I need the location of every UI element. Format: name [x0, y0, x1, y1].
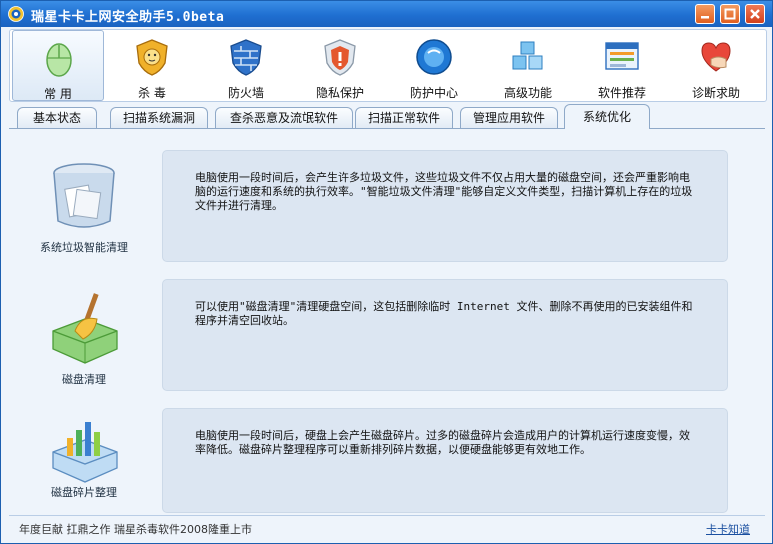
toolbar-item-firewall[interactable]: 防火墙 [200, 30, 292, 101]
privacy-shield-icon [324, 39, 356, 76]
tab-system-optimize[interactable]: 系统优化 [564, 104, 650, 129]
toolbar-item-diagnosis-help[interactable]: 诊断求助 [670, 30, 762, 101]
feature-label[interactable]: 磁盘碎片整理 [9, 484, 159, 500]
feature-defragment: 磁盘碎片整理 电脑使用一段时间后，硬盘上会产生磁盘碎片。过多的磁盘碎片会造成用户… [9, 408, 765, 513]
cubes-icon [512, 41, 543, 70]
system-optimize-panel: 系统垃圾智能清理 电脑使用一段时间后，会产生许多垃圾文件，这些垃圾文件不仅占用大… [9, 129, 765, 513]
status-bar: 年度巨献 扛鼎之作 瑞星杀毒软件2008隆重上市 卡卡知道 [9, 515, 765, 540]
feature-description: 可以使用"磁盘清理"清理硬盘空间，这包括删除临时 Internet 文件、删除不… [162, 279, 728, 391]
feature-label[interactable]: 系统垃圾智能清理 [9, 239, 159, 255]
tab-scan-normal-software[interactable]: 扫描正常软件 [355, 107, 453, 128]
minimize-icon [701, 16, 709, 19]
toolbar-item-software-recommend[interactable]: 软件推荐 [576, 30, 668, 101]
toolbar-item-advanced[interactable]: 高级功能 [482, 30, 574, 101]
heart-hand-icon [701, 42, 731, 72]
trash-bin-icon[interactable] [49, 161, 119, 233]
tab-scan-vulnerabilities[interactable]: 扫描系统漏洞 [110, 107, 208, 128]
tab-strip: 基本状态 扫描系统漏洞 查杀恶意及流氓软件 扫描正常软件 管理应用软件 系统优化 [9, 104, 765, 129]
app-logo-icon [8, 6, 24, 22]
window-icon [605, 42, 639, 70]
toolbar-item-antivirus[interactable]: 杀 毒 [106, 30, 198, 101]
maximize-icon [724, 8, 736, 20]
feature-description: 电脑使用一段时间后，会产生许多垃圾文件，这些垃圾文件不仅占用大量的磁盘空间，还会… [162, 150, 728, 262]
globe-icon [416, 39, 452, 75]
toolbar-item-common[interactable]: 常 用 [12, 30, 104, 101]
window-title: 瑞星卡卡上网安全助手5.0beta [31, 10, 225, 25]
toolbar-item-privacy[interactable]: 隐私保护 [294, 30, 386, 101]
tab-manage-apps[interactable]: 管理应用软件 [460, 107, 558, 128]
toolbar-item-protection-center[interactable]: 防护中心 [388, 30, 480, 101]
feature-disk-cleanup: 磁盘清理 可以使用"磁盘清理"清理硬盘空间，这包括删除临时 Internet 文… [9, 279, 765, 394]
promo-text: 年度巨献 扛鼎之作 瑞星杀毒软件2008隆重上市 [19, 523, 252, 536]
main-toolbar: 常 用 杀 毒 防火墙 隐私保护 防护中心 高级功能 软件推荐 诊断求助 [9, 29, 767, 102]
mouse-icon [46, 43, 72, 77]
disk-broom-icon[interactable] [49, 291, 121, 367]
kaka-know-link[interactable]: 卡卡知道 [706, 521, 750, 537]
disk-chart-icon[interactable] [49, 416, 121, 486]
lion-shield-icon [136, 39, 168, 76]
close-icon [750, 9, 760, 19]
maximize-button[interactable] [720, 4, 740, 24]
feature-junk-cleanup: 系统垃圾智能清理 电脑使用一段时间后，会产生许多垃圾文件，这些垃圾文件不仅占用大… [9, 129, 765, 262]
close-button[interactable] [745, 4, 765, 24]
tab-basic-status[interactable]: 基本状态 [17, 107, 97, 128]
feature-label[interactable]: 磁盘清理 [9, 371, 159, 387]
app-window: 瑞星卡卡上网安全助手5.0beta 常 用 杀 毒 防火墙 隐私保护 防护中心 … [0, 0, 773, 544]
feature-description: 电脑使用一段时间后，硬盘上会产生磁盘碎片。过多的磁盘碎片会造成用户的计算机运行速… [162, 408, 728, 513]
firewall-shield-icon [230, 39, 262, 76]
minimize-button[interactable] [695, 4, 715, 24]
title-bar[interactable]: 瑞星卡卡上网安全助手5.0beta [1, 1, 772, 27]
tab-malware-scan[interactable]: 查杀恶意及流氓软件 [215, 107, 353, 128]
